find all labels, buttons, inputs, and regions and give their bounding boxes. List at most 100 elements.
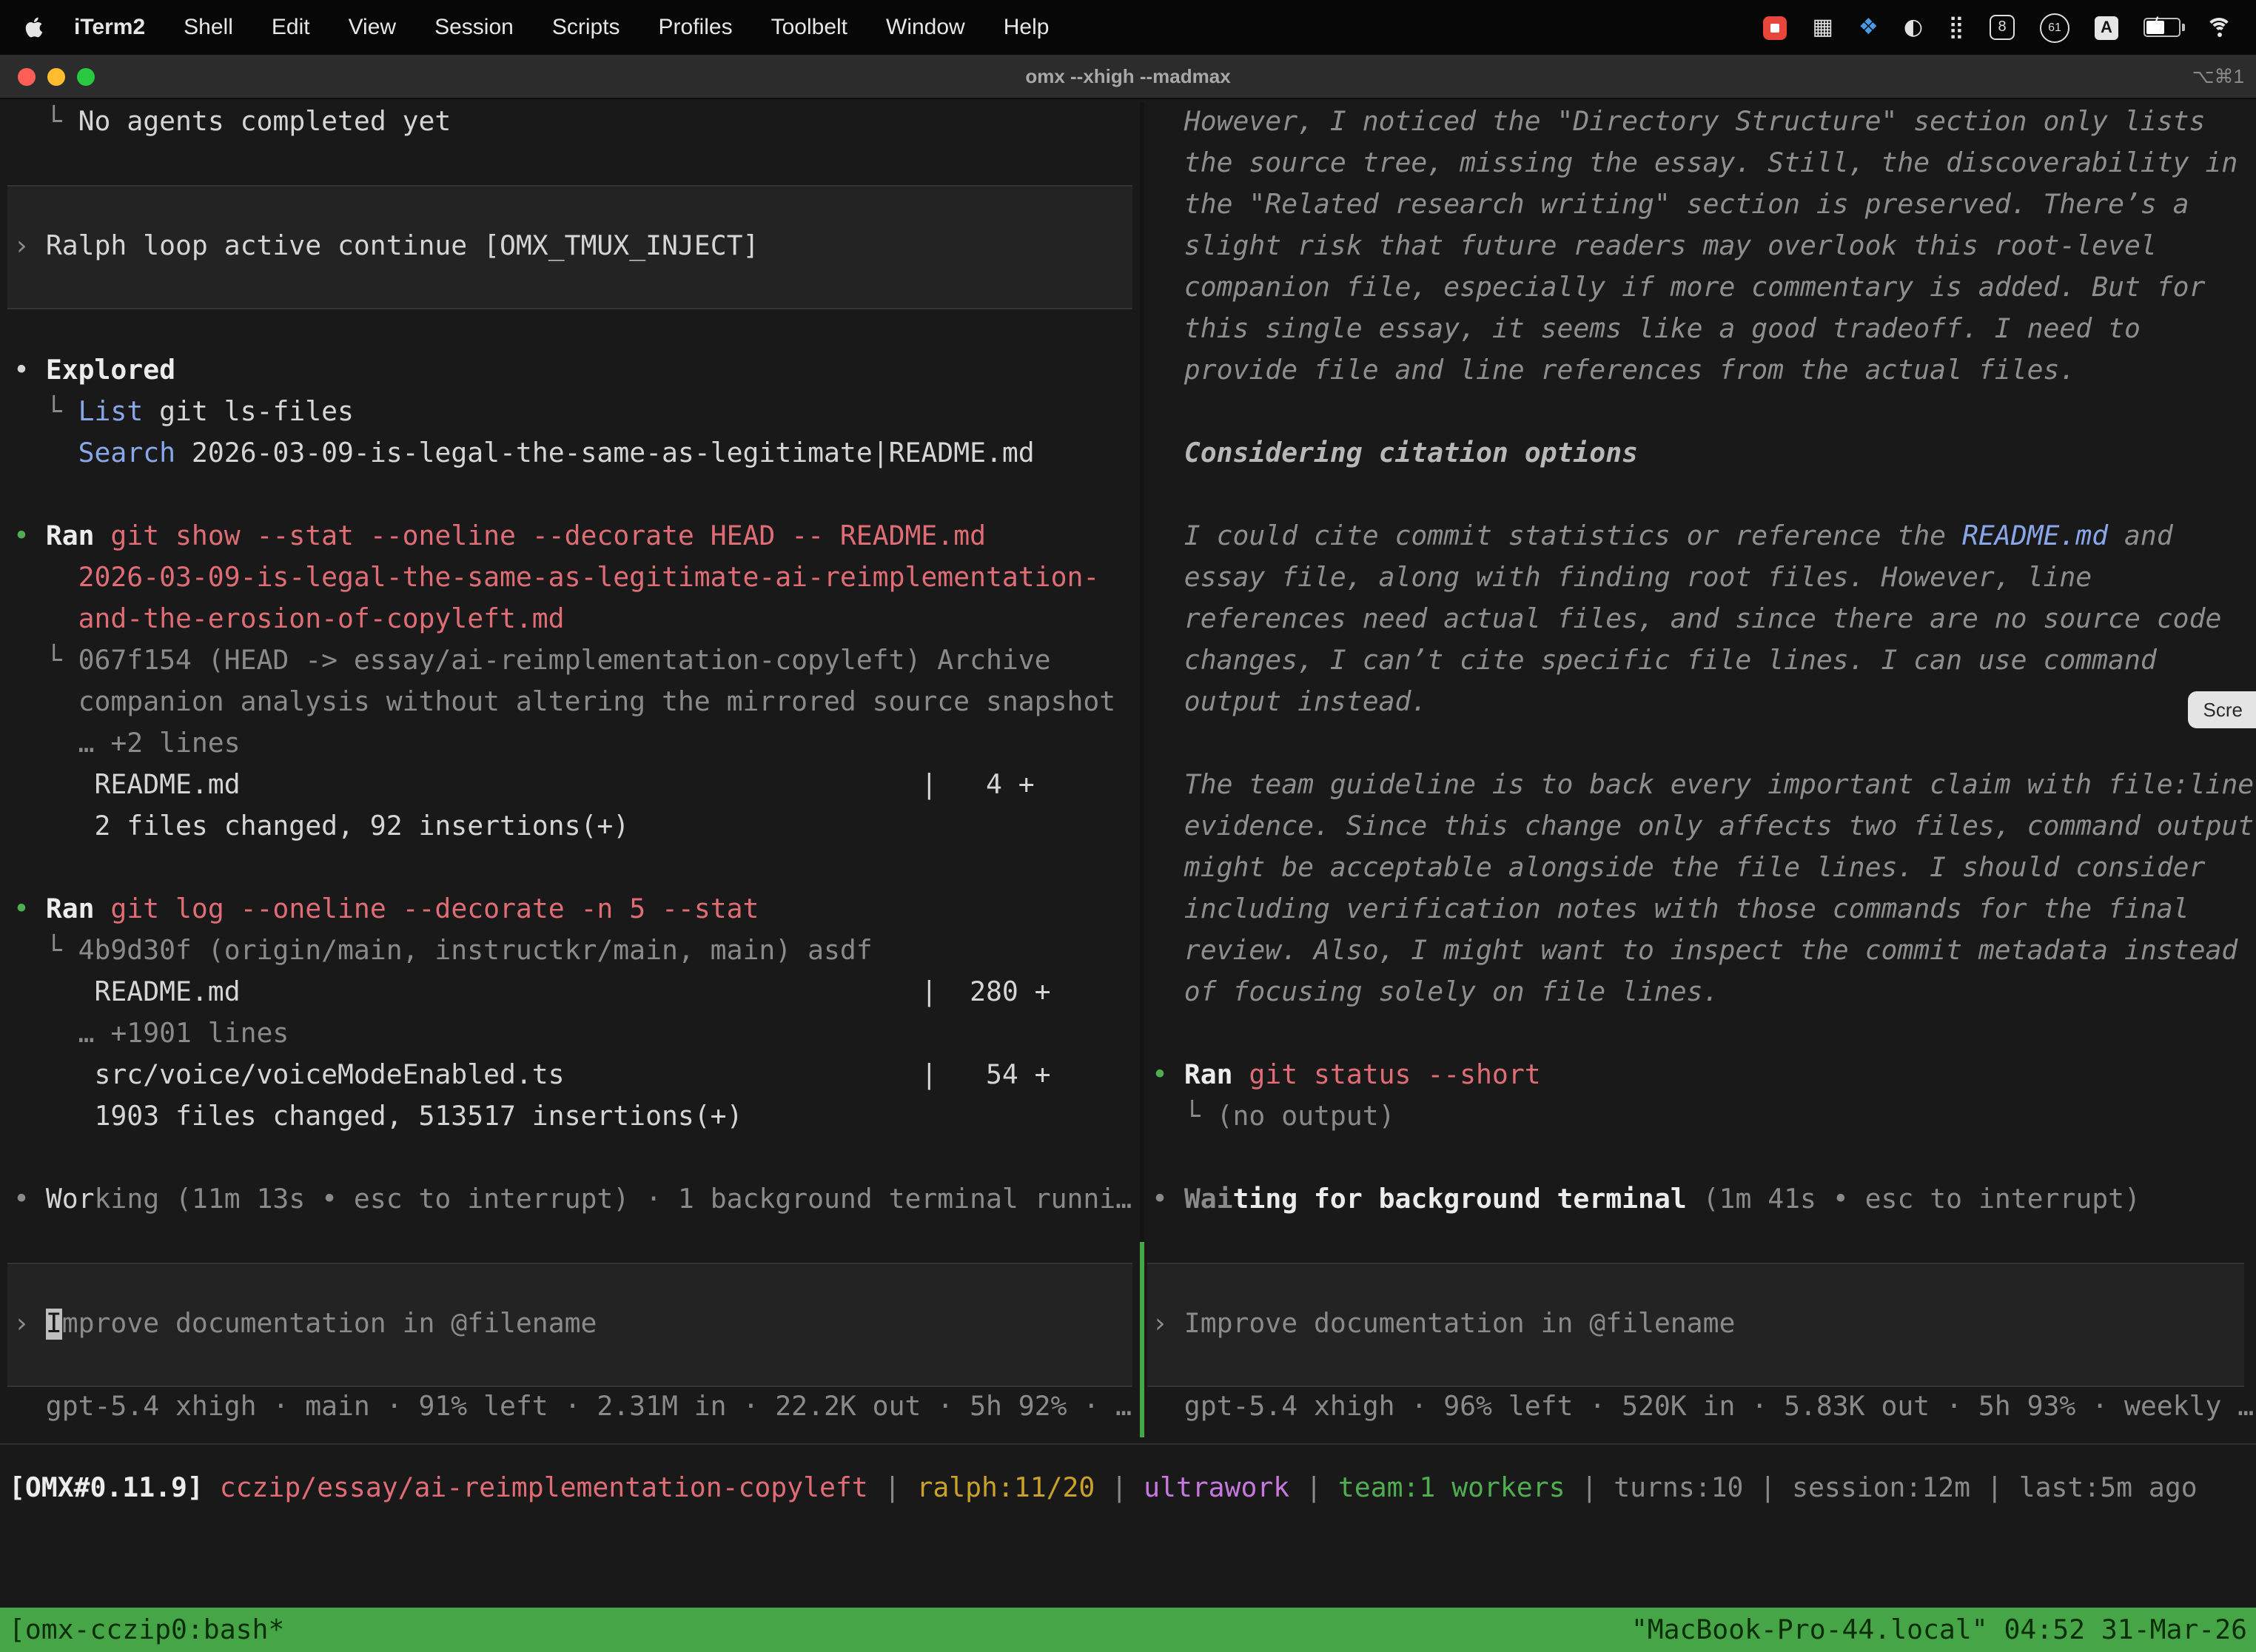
text-segment: [OMX#0.11.9] xyxy=(9,1473,220,1504)
text-segment: › xyxy=(13,1309,46,1340)
window-controls xyxy=(18,68,95,86)
terminal-line: However, I noticed the "Directory Struct… xyxy=(1144,102,2256,144)
text-segment: evidence. Since this change only affects… xyxy=(1152,811,2254,842)
text-segment: └ 4b9d30f (origin/main, instructkr/main,… xyxy=(13,936,873,967)
terminal-line: slight risk that future readers may over… xyxy=(1144,226,2256,268)
text-segment: cczip/essay/ai-reimplementation-copyleft xyxy=(220,1473,868,1504)
terminal-line xyxy=(1144,724,2256,765)
battery-icon[interactable]: ϟ xyxy=(2143,18,2181,37)
text-segment: • xyxy=(13,521,46,552)
text-segment: • xyxy=(1152,1184,1184,1215)
terminal-line: companion file, especially if more comme… xyxy=(1144,268,2256,309)
terminal-line: README.md | 280 + xyxy=(0,973,1140,1014)
terminal-line xyxy=(0,475,1140,517)
terminal-line: › Improve documentation in @filename xyxy=(7,1304,597,1346)
text-segment: gpt-5.4 xhigh · 96% left · 520K in · 5.8… xyxy=(1152,1391,2254,1423)
text-segment: README.md | 280 + xyxy=(13,977,1051,1008)
terminal-line: gpt-5.4 xhigh · 96% left · 520K in · 5.8… xyxy=(1144,1387,2256,1428)
text-segment: git log --oneline --decorate -n 5 --stat xyxy=(95,894,759,925)
menu-item-iterm2[interactable]: iTerm2 xyxy=(74,15,145,40)
terminal-line: review. Also, I might want to inspect th… xyxy=(1144,931,2256,973)
grid-icon[interactable]: ▦ xyxy=(1813,16,1833,38)
text-segment: └ xyxy=(13,107,78,138)
minimize-button[interactable] xyxy=(47,68,65,86)
text-segment: However, I noticed the "Directory Struct… xyxy=(1152,107,2206,138)
terminal-line: 2 files changed, 92 insertions(+) xyxy=(0,807,1140,848)
menu-item-help[interactable]: Help xyxy=(1004,15,1050,40)
apple-menu-icon[interactable] xyxy=(24,15,44,40)
charging-bolt-icon: ϟ xyxy=(2152,15,2165,37)
text-segment: of focusing solely on file lines. xyxy=(1152,977,1719,1008)
text-segment xyxy=(13,438,78,469)
terminal-line xyxy=(1144,1138,2256,1180)
prompt-input[interactable]: › Improve documentation in @filename xyxy=(7,1263,1132,1387)
menu-item-view[interactable]: View xyxy=(349,15,397,40)
terminal-line: └ 067f154 (HEAD -> essay/ai-reimplementa… xyxy=(0,641,1140,682)
right-terminal-pane[interactable]: However, I noticed the "Directory Struct… xyxy=(1144,102,2256,1428)
text-segment: └ (no output) xyxy=(1152,1101,1395,1132)
text-segment: └ 067f154 (HEAD -> essay/ai-reimplementa… xyxy=(13,645,1051,676)
menu-bar: iTerm2 Shell Edit View Session Scripts P… xyxy=(0,0,2256,55)
text-segment: might be acceptable alongside the file l… xyxy=(1152,853,2206,884)
blue-app-icon[interactable]: ❖ xyxy=(1859,16,1879,38)
text-segment: • xyxy=(13,1184,46,1215)
text-segment: Ran xyxy=(46,521,95,552)
prompt-input[interactable]: › Improve documentation in @filename xyxy=(1147,1263,2244,1387)
terminal-line: • Working (11m 13s • esc to interrupt) ·… xyxy=(0,1180,1140,1221)
key-app-icon[interactable]: 8 xyxy=(1990,15,2015,40)
terminal-line: └ List git ls-files xyxy=(0,392,1140,434)
text-segment: • xyxy=(13,894,46,925)
text-segment: the "Related research writing" section i… xyxy=(1152,189,2189,221)
menu-item-scripts[interactable]: Scripts xyxy=(552,15,620,40)
text-segment: • xyxy=(13,355,46,386)
terminal-window: └ No agents completed yet› Ralph loop ac… xyxy=(0,99,2256,1608)
contrast-circle-icon[interactable]: ◐ xyxy=(1904,16,1923,38)
tmux-status-bar: [omx-cczip0:bash* "MacBook-Pro-44.local"… xyxy=(0,1608,2256,1652)
menu-item-profiles[interactable]: Profiles xyxy=(659,15,733,40)
text-segment: 1903 files changed, 513517 insertions(+) xyxy=(13,1101,743,1132)
dots-grid-icon[interactable]: ⣿ xyxy=(1948,16,1964,38)
text-segment: gpt-5.4 xhigh · main · 91% left · 2.31M … xyxy=(13,1391,1132,1423)
terminal-line: output instead. xyxy=(1144,682,2256,724)
pane-divider[interactable] xyxy=(1140,102,1144,1428)
text-segment: essay file, along with finding root file… xyxy=(1152,563,2092,594)
omx-status-bar: [OMX#0.11.9] cczip/essay/ai-reimplementa… xyxy=(0,1468,2256,1510)
left-terminal-pane[interactable]: └ No agents completed yet› Ralph loop ac… xyxy=(0,102,1140,1428)
terminal-line xyxy=(0,1138,1140,1180)
terminal-line: references need actual files, and since … xyxy=(1144,600,2256,641)
text-segment: companion file, especially if more comme… xyxy=(1152,272,2206,303)
wifi-icon[interactable] xyxy=(2206,18,2232,37)
text-segment: The team guideline is to back every impo… xyxy=(1152,770,2254,801)
menu-item-toolbelt[interactable]: Toolbelt xyxy=(771,15,847,40)
text-segment: including verification notes with those … xyxy=(1152,894,2189,925)
close-button[interactable] xyxy=(18,68,36,86)
battery-percent-icon[interactable]: 61 xyxy=(2040,13,2069,42)
text-segment: 2026-03-09-is-legal-the-same-as-legitima… xyxy=(13,563,1099,594)
text-segment: I xyxy=(46,1309,62,1340)
menu-bar-status-icons: ▦ ❖ ◐ ⣿ 8 61 A ϟ xyxy=(1764,13,2232,42)
text-segment: | xyxy=(1095,1473,1144,1504)
screen-edge-overlay-button[interactable]: Scre xyxy=(2189,691,2256,728)
menu-item-session[interactable]: Session xyxy=(434,15,514,40)
terminal-line xyxy=(0,1221,1140,1263)
screen-recording-indicator-icon[interactable] xyxy=(1764,16,1787,39)
menu-item-shell[interactable]: Shell xyxy=(184,15,233,40)
text-segment: › xyxy=(13,231,46,262)
text-segment: Ralph loop active continue [OMX_TMUX_INJ… xyxy=(46,231,759,262)
text-segment: Considering citation options xyxy=(1152,438,1638,469)
input-source-icon[interactable]: A xyxy=(2095,16,2118,39)
terminal-line: including verification notes with those … xyxy=(1144,890,2256,931)
text-segment: this single essay, it seems like a good … xyxy=(1152,314,2141,345)
text-segment: Explored xyxy=(46,355,175,386)
terminal-line: └ (no output) xyxy=(1144,1097,2256,1138)
window-title-bar[interactable]: omx --xhigh --madmax ⌥⌘1 xyxy=(0,55,2256,99)
menu-item-window[interactable]: Window xyxy=(886,15,965,40)
terminal-line: The team guideline is to back every impo… xyxy=(1144,765,2256,807)
text-segment: changes, I can’t cite specific file line… xyxy=(1152,645,2157,676)
text-segment: | turns:10 | session:12m | last:5m ago xyxy=(1565,1473,2198,1504)
terminal-line: └ 4b9d30f (origin/main, instructkr/main,… xyxy=(0,931,1140,973)
terminal-line: companion analysis without altering the … xyxy=(0,682,1140,724)
terminal-line: • Explored xyxy=(0,351,1140,392)
zoom-button[interactable] xyxy=(77,68,95,86)
menu-item-edit[interactable]: Edit xyxy=(272,15,310,40)
